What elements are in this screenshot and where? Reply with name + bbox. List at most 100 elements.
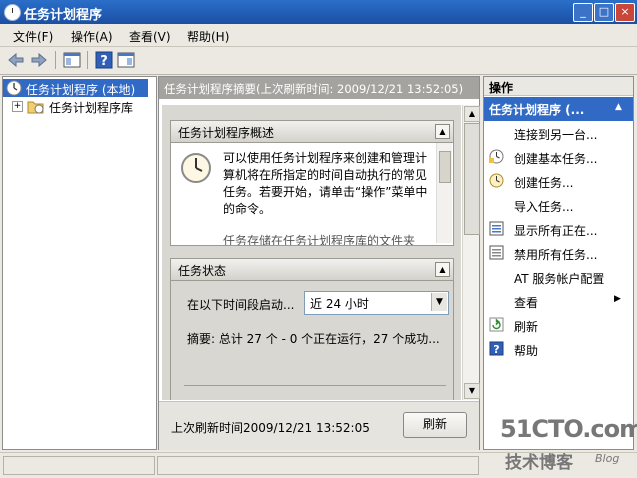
toolbar: ? [0,47,637,75]
collapse-icon[interactable]: ▲ [435,124,450,139]
collapse-icon[interactable]: ▲ [615,102,622,112]
action-label: 帮助 [514,344,539,358]
scrollbar-thumb[interactable] [464,123,480,235]
summary-pane: 任务计划程序摘要(上次刷新时间: 2009/12/21 13:52:05) 任务… [158,76,480,450]
action-import-task[interactable]: 导入任务... [484,193,633,217]
summary-header-text: 任务计划程序摘要(上次刷新时间: 2009/12/21 13:52:05) [164,82,464,96]
minimize-button[interactable]: _ [573,3,593,22]
chevron-down-icon[interactable]: ▼ [431,293,447,311]
action-label: AT 服务帐户配置 [514,272,605,286]
actions-section-title: 任务计划程序 (... [489,103,585,117]
overview-title: 任务计划程序概述 [178,126,275,140]
expand-icon[interactable]: + [12,101,23,112]
action-at-service-config[interactable]: AT 服务帐户配置 [484,265,633,289]
close-button[interactable]: × [615,3,635,22]
forward-button[interactable] [29,50,49,70]
refresh-button[interactable]: 刷新 [403,412,467,438]
summary-footer: 上次刷新时间2009/12/21 13:52:05 刷新 [159,401,479,450]
watermark-subtitle: 技术博客 [505,453,573,473]
menu-file[interactable]: 文件(F) [13,28,53,45]
overview-header[interactable]: 任务计划程序概述 ▲ [170,120,454,143]
status-panel [3,456,155,475]
clock-icon [181,153,211,183]
actions-header: 操作 [484,77,633,96]
action-label: 创建基本任务... [514,152,598,166]
back-button[interactable] [6,50,26,70]
disable-history-icon [489,245,504,260]
console-tree-pane[interactable]: 任务计划程序 (本地) + 任务计划程序库 [2,76,157,450]
create-task-icon [489,173,504,188]
submenu-arrow-icon: ▶ [614,294,621,304]
scrollbar-thumb[interactable] [439,151,451,183]
action-label: 导入任务... [514,200,574,214]
tree-item-label: 任务计划程序 (本地) [26,83,136,97]
action-connect[interactable]: 连接到另一台... [484,121,633,145]
action-label: 连接到另一台... [514,128,598,142]
clock-app-icon [4,4,21,21]
clock-icon [6,80,22,96]
task-status-section: 任务状态 ▲ 在以下时间段启动... 近 24 小时 ▼ 摘要: 总计 27 个… [170,258,454,400]
status-panel [157,456,479,475]
window-title: 任务计划程序 [24,8,103,23]
help-icon: ? [95,51,113,69]
svg-text:?: ? [100,54,108,69]
folder-clock-icon [27,101,44,114]
title-bar[interactable]: 任务计划程序 _ □ × [0,0,637,24]
action-display-running[interactable]: 显示所有正在... [484,217,633,241]
toolbar-separator [87,51,88,69]
task-status-title: 任务状态 [178,264,227,278]
toolbar-separator [55,51,56,69]
maximize-button[interactable]: □ [594,3,614,22]
watermark-blog: Blog [595,452,620,465]
running-tasks-icon [489,221,504,236]
action-refresh[interactable]: 刷新 [484,313,633,337]
action-label: 显示所有正在... [514,224,598,238]
console-tree-icon [63,52,81,68]
actions-header-text: 操作 [489,81,514,95]
overview-text: 可以使用任务计划程序来创建和管理计算机将在所指定的时间自动执行的常见任务。若要开… [223,151,428,216]
help-icon: ? [489,341,504,356]
menu-view[interactable]: 查看(V) [129,28,171,45]
period-label: 在以下时间段启动... [187,298,295,312]
action-disable-history[interactable]: 禁用所有任务... [484,241,633,265]
show-hide-action-pane-button[interactable] [116,50,136,70]
tree-item-root[interactable]: 任务计划程序 (本地) [3,79,148,97]
action-help[interactable]: ? 帮助 [484,337,633,361]
back-arrow-icon [8,52,24,68]
summary-header: 任务计划程序摘要(上次刷新时间: 2009/12/21 13:52:05) [159,77,479,99]
last-refresh-text: 上次刷新时间2009/12/21 13:52:05 [171,421,370,435]
overview-scrollbar[interactable] [436,143,452,243]
actions-section-header[interactable]: 任务计划程序 (... ▲ [484,97,633,121]
period-select[interactable]: 近 24 小时 ▼ [304,291,449,315]
task-status-header[interactable]: 任务状态 ▲ [170,258,454,281]
create-basic-task-icon [489,149,504,164]
menu-help[interactable]: 帮助(H) [187,28,229,45]
forward-arrow-icon [31,52,47,68]
summary-scrollbar[interactable]: ▲ ▼ [462,105,480,400]
overview-text-continued: 任务存储在任务计划程序库的文件夹 [223,234,416,245]
action-label: 禁用所有任务... [514,248,598,262]
menu-bar: 文件(F) 操作(A) 查看(V) 帮助(H) [0,24,637,47]
watermark-logo: 51CTO.com [500,415,637,443]
refresh-icon [489,317,504,332]
collapse-icon[interactable]: ▲ [435,262,450,277]
action-create-task[interactable]: 创建任务... [484,169,633,193]
divider [184,385,446,386]
actions-pane: 操作 任务计划程序 (... ▲ 连接到另一台... 创建基本任务... 创建任… [483,76,634,450]
help-toolbar-button[interactable]: ? [94,50,114,70]
tree-item-label: 任务计划程序库 [49,101,134,115]
status-summary: 摘要: 总计 27 个 - 0 个正在运行，27 个成功... [187,332,440,346]
overview-section: 任务计划程序概述 ▲ 可以使用任务计划程序来创建和管理计算机将在所指定的时间自动… [170,120,454,246]
scroll-up-icon[interactable]: ▲ [464,106,480,122]
show-hide-tree-button[interactable] [62,50,82,70]
action-create-basic-task[interactable]: 创建基本任务... [484,145,633,169]
action-label: 创建任务... [514,176,574,190]
menu-action[interactable]: 操作(A) [71,28,113,45]
summary-scroll-area[interactable]: 任务计划程序概述 ▲ 可以使用任务计划程序来创建和管理计算机将在所指定的时间自动… [162,105,461,400]
period-select-value: 近 24 小时 [310,297,369,311]
scroll-down-icon[interactable]: ▼ [464,383,480,399]
svg-text:?: ? [493,343,499,356]
tree-item-library[interactable]: + 任务计划程序库 [3,97,153,115]
action-view[interactable]: 查看 ▶ [484,289,633,313]
action-pane-icon [117,52,135,68]
